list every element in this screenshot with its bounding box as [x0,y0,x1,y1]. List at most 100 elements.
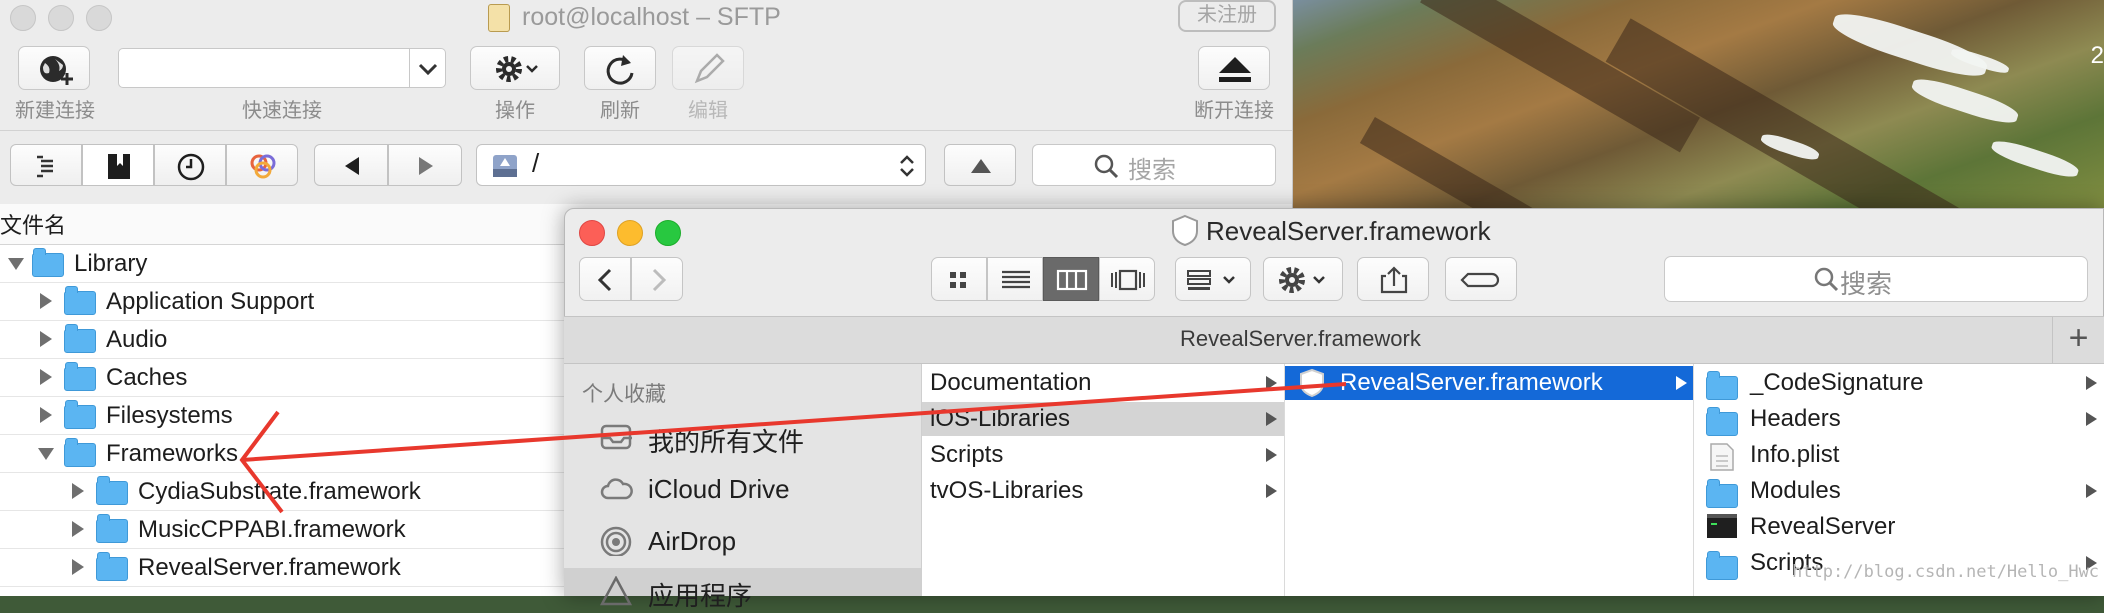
column-1-item[interactable]: tvOS-Libraries [930,477,1083,505]
disclosure-collapsed-icon[interactable] [40,369,52,385]
disclosure-collapsed-icon[interactable] [40,407,52,423]
refresh-icon [606,55,634,85]
column-3-item[interactable]: Headers [1750,405,1841,433]
coverflow-icon [1111,269,1145,291]
quick-connect-dropdown[interactable] [410,48,446,88]
sftp-close-button[interactable] [10,5,36,31]
view-outline-button[interactable] [10,144,82,186]
disconnect-label: 断开连接 [1194,100,1274,122]
arrow-left-icon [345,157,359,175]
column-3-item[interactable]: RevealServer [1750,513,1895,541]
chevron-right-icon [1266,484,1277,498]
plist-file-icon [1710,443,1734,471]
view-bookmarks-button[interactable] [82,144,154,186]
share-button[interactable] [1357,257,1429,301]
sidebar-item-icloud-drive[interactable]: iCloud Drive [648,474,790,505]
column-1-item[interactable]: Documentation [930,369,1091,397]
tag-icon [1460,272,1500,288]
globe-plus-icon [40,56,73,85]
file-name: Library [74,250,148,277]
finder-zoom-button[interactable] [655,220,681,246]
path-selector[interactable] [476,144,926,186]
folder-icon [64,286,96,315]
disclosure-collapsed-icon[interactable] [72,483,84,499]
search-icon [1814,267,1839,292]
folder-icon [64,324,96,353]
sftp-window-title: root@localhost – SFTP [522,3,781,31]
tag-button[interactable] [1445,257,1517,301]
watermark: http://blog.csdn.net/Hello_Hwc [1792,562,2100,582]
sidebar-item-applications[interactable]: 应用程序 [648,576,752,613]
sftp-zoom-button[interactable] [86,5,112,31]
forward-button[interactable] [388,144,462,186]
folder-icon [64,362,96,391]
new-tab-button[interactable]: + [2052,316,2104,364]
refresh-label: 刷新 [600,100,640,122]
sftp-minimize-button[interactable] [48,5,74,31]
action-button[interactable] [470,46,560,90]
disclosure-collapsed-icon[interactable] [40,331,52,347]
finder-back-button[interactable] [579,257,631,301]
disclosure-collapsed-icon[interactable] [72,559,84,575]
cloud-icon [600,478,633,500]
folder-icon [96,476,128,505]
column-2-item[interactable]: RevealServer.framework [1340,369,1603,397]
sidebar-item-airdrop[interactable]: AirDrop [648,526,736,557]
folder-icon [1706,407,1738,436]
quick-connect-input[interactable] [118,48,410,88]
unregistered-badge[interactable]: 未注册 [1178,0,1276,32]
arrange-button[interactable] [1175,257,1251,301]
sftp-search-placeholder: 搜索 [1128,157,1176,184]
terminal-executable-icon [1707,514,1737,538]
finder-path-bar-label: RevealServer.framework [1180,326,1421,351]
column-3-item[interactable]: Info.plist [1750,441,1839,469]
toolbar-divider [0,130,1292,131]
folder-icon [64,400,96,429]
disclosure-expanded-icon[interactable] [8,258,24,270]
column-3-item[interactable]: Modules [1750,477,1841,505]
sidebar-item-all-files[interactable]: 我的所有文件 [648,422,804,459]
disclosure-expanded-icon[interactable] [38,448,54,460]
applications-icon [600,576,633,606]
triangle-up-icon [971,159,991,173]
clock-icon [177,153,205,181]
folder-icon [1706,479,1738,508]
column-1-item[interactable]: Scripts [930,441,1003,469]
folder-icon [64,438,96,467]
finder-minimize-button[interactable] [617,220,643,246]
search-icon [1094,154,1119,179]
grid-icon [950,272,966,288]
airdrop-icon [600,526,632,556]
disclosure-collapsed-icon[interactable] [40,293,52,309]
chevron-right-icon [1266,412,1277,426]
view-icons-button[interactable] [931,257,987,301]
view-list-button[interactable] [987,257,1043,301]
column-header-filename[interactable]: 文件名 [0,208,66,240]
framework-icon [1300,368,1324,398]
finder-search-placeholder: 搜索 [1840,269,1893,299]
disclosure-collapsed-icon[interactable] [72,521,84,537]
view-history-button[interactable] [154,144,226,186]
back-button[interactable] [314,144,388,186]
view-coverflow-button[interactable] [1099,257,1155,301]
new-connection-button[interactable] [18,46,90,90]
bookmark-icon [108,154,130,179]
file-name: MusicCPPABI.framework [138,516,406,543]
refresh-button[interactable] [584,46,656,90]
column-1-item[interactable]: iOS-Libraries [930,405,1070,433]
finder-action-button[interactable] [1263,257,1343,301]
column-3-item[interactable]: _CodeSignature [1750,369,1923,397]
desktop-partial-text: 2 [2090,42,2104,69]
parent-folder-button[interactable] [944,144,1016,186]
finder-close-button[interactable] [579,220,605,246]
view-bonjour-button[interactable] [226,144,298,186]
finder-forward-button[interactable] [631,257,683,301]
edit-button[interactable] [672,46,744,90]
gear-icon [1279,267,1325,293]
chevron-updown-icon [900,155,914,177]
chevron-right-icon [1266,448,1277,462]
chevron-right-icon [652,268,667,292]
disconnect-button[interactable] [1198,46,1270,90]
folder-icon [1706,551,1738,580]
view-columns-button[interactable] [1043,257,1099,301]
